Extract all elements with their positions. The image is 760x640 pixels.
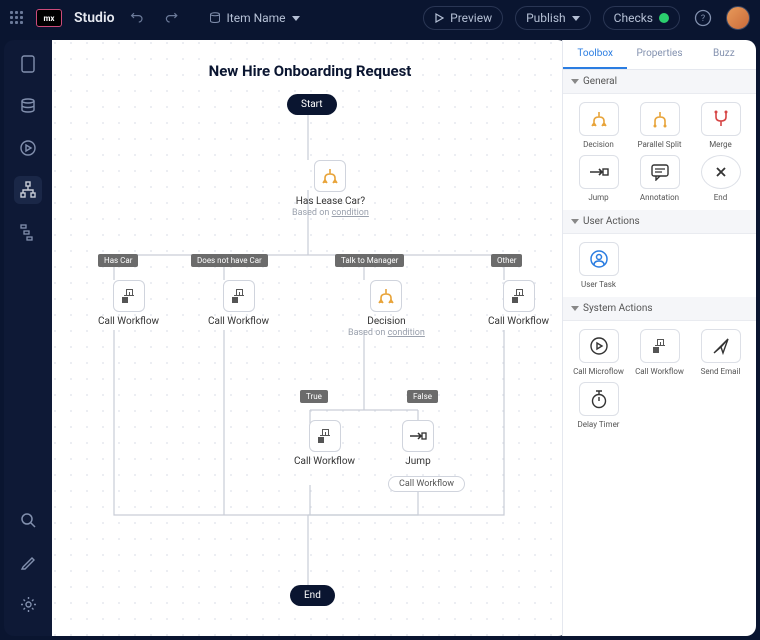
nav-page-icon[interactable] xyxy=(14,50,42,78)
left-nav xyxy=(4,40,52,636)
tool-send-email[interactable]: Send Email xyxy=(693,329,748,376)
chevron-down-icon xyxy=(292,16,300,21)
branch-other: Other xyxy=(491,254,522,267)
tool-end[interactable]: End xyxy=(693,155,748,202)
tab-buzz[interactable]: Buzz xyxy=(692,40,756,69)
undo-button[interactable] xyxy=(127,7,149,29)
node-label: Call Workflow xyxy=(98,316,159,328)
settings-icon[interactable] xyxy=(14,590,42,618)
database-icon xyxy=(209,12,221,24)
avatar[interactable] xyxy=(726,6,750,30)
search-icon[interactable] xyxy=(14,506,42,534)
section-system-actions[interactable]: System Actions xyxy=(563,297,756,321)
node-cw-1[interactable]: Call Workflow xyxy=(98,280,159,328)
node-has-lease-car[interactable]: Has Lease Car? Based on condition xyxy=(292,160,369,218)
nav-workflow-icon[interactable] xyxy=(14,176,42,204)
help-button[interactable]: ? xyxy=(692,7,714,29)
checks-button[interactable]: Checks xyxy=(603,6,680,30)
item-name-dropdown[interactable]: Item Name xyxy=(199,7,310,29)
node-label: Call Workflow xyxy=(488,316,549,328)
nav-microflow-icon[interactable] xyxy=(14,134,42,162)
node-end[interactable]: End xyxy=(290,585,335,606)
section-general[interactable]: General xyxy=(563,70,756,94)
tool-delay-timer[interactable]: Delay Timer xyxy=(571,382,626,429)
workflow-canvas[interactable]: New Hire Onboarding Request Start Has Le… xyxy=(52,40,568,636)
node-label: Call Workflow xyxy=(294,456,355,468)
tool-merge[interactable]: Merge xyxy=(693,102,748,149)
nav-nav-icon[interactable] xyxy=(14,218,42,246)
mx-logo: mx xyxy=(36,9,62,27)
publish-dropdown[interactable]: Publish xyxy=(515,6,591,30)
chevron-down-icon xyxy=(572,16,580,21)
node-label: Has Lease Car? xyxy=(296,196,365,208)
tool-decision[interactable]: Decision xyxy=(571,102,626,149)
branch-false: False xyxy=(407,390,438,403)
svg-text:?: ? xyxy=(701,14,705,24)
chevron-down-icon xyxy=(571,219,579,224)
theme-icon[interactable] xyxy=(14,548,42,576)
brand-label: Studio xyxy=(74,10,115,26)
section-user-actions[interactable]: User Actions xyxy=(563,210,756,234)
node-decision[interactable]: Decision Based on condition xyxy=(348,280,425,338)
tool-call-workflow[interactable]: Call Workflow xyxy=(632,329,687,376)
tool-annotation[interactable]: Annotation xyxy=(632,155,687,202)
node-cw-true[interactable]: Call Workflow xyxy=(294,420,355,468)
redo-button[interactable] xyxy=(161,7,183,29)
node-cw-2[interactable]: Call Workflow xyxy=(208,280,269,328)
app-switcher-icon[interactable] xyxy=(10,11,24,25)
chevron-down-icon xyxy=(571,79,579,84)
publish-label: Publish xyxy=(526,11,566,25)
right-panel: Toolbox Properties Buzz General Decision… xyxy=(562,40,756,636)
branch-has-car: Has Car xyxy=(98,254,138,267)
node-cw-4[interactable]: Call Workflow xyxy=(488,280,549,328)
tool-user-task[interactable]: User Task xyxy=(571,242,626,289)
item-name-label: Item Name xyxy=(227,11,286,25)
checks-label: Checks xyxy=(614,11,653,25)
chevron-down-icon xyxy=(571,306,579,311)
branch-manager: Talk to Manager xyxy=(335,254,404,267)
preview-label: Preview xyxy=(450,11,492,25)
page-title: New Hire Onboarding Request xyxy=(52,62,568,80)
node-label: Call Workflow xyxy=(208,316,269,328)
play-icon xyxy=(434,13,444,23)
node-label: Jump xyxy=(405,456,430,468)
branch-true: True xyxy=(300,390,328,403)
node-sublabel: Based on condition xyxy=(348,328,425,338)
status-ok-icon xyxy=(659,13,669,23)
preview-button[interactable]: Preview xyxy=(423,6,503,30)
branch-no-car: Does not have Car xyxy=(191,254,268,267)
node-sublabel: Based on condition xyxy=(292,208,369,218)
tab-toolbox[interactable]: Toolbox xyxy=(563,40,627,69)
tool-parallel-split[interactable]: Parallel Split xyxy=(632,102,687,149)
nav-database-icon[interactable] xyxy=(14,92,42,120)
jump-target-pill[interactable]: Call Workflow xyxy=(388,476,465,492)
tab-properties[interactable]: Properties xyxy=(627,40,691,69)
node-jump[interactable]: Jump xyxy=(402,420,434,468)
node-start[interactable]: Start xyxy=(287,94,337,115)
node-label: Decision xyxy=(367,316,405,328)
tool-call-microflow[interactable]: Call Microflow xyxy=(571,329,626,376)
tool-jump[interactable]: Jump xyxy=(571,155,626,202)
